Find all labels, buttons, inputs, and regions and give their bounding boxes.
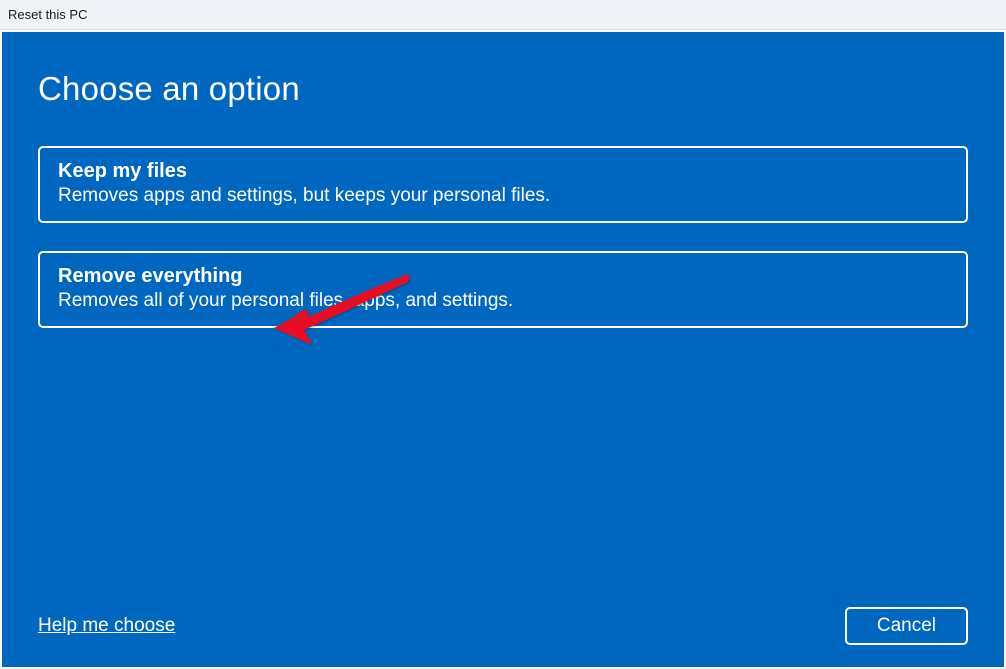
window-title: Reset this PC (8, 7, 87, 22)
option-title: Remove everything (58, 265, 948, 288)
option-keep-my-files[interactable]: Keep my files Removes apps and settings,… (38, 146, 968, 223)
main-panel: Choose an option Keep my files Removes a… (2, 32, 1004, 667)
cancel-button[interactable]: Cancel (845, 607, 968, 645)
option-description: Removes apps and settings, but keeps you… (58, 185, 948, 207)
option-remove-everything[interactable]: Remove everything Removes all of your pe… (38, 251, 968, 328)
page-heading: Choose an option (38, 70, 968, 108)
titlebar: Reset this PC (0, 0, 1006, 30)
help-me-choose-link[interactable]: Help me choose (38, 615, 175, 637)
option-title: Keep my files (58, 160, 948, 183)
footer: Help me choose Cancel (38, 607, 968, 645)
option-description: Removes all of your personal files, apps… (58, 290, 948, 312)
